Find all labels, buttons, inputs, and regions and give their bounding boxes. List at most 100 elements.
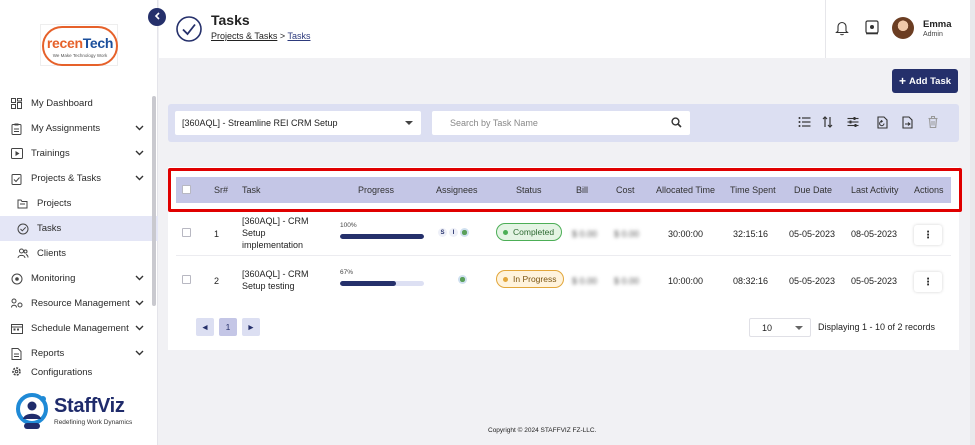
- sidebar-scrollbar[interactable]: [152, 96, 156, 306]
- gear-icon: [10, 366, 23, 378]
- sidebar-item-label: Reports: [31, 348, 65, 359]
- prev-page-button[interactable]: ◄: [196, 318, 214, 336]
- sort-icon[interactable]: [822, 116, 833, 131]
- progress-fill: [340, 234, 424, 239]
- row-sr: 2: [214, 276, 220, 286]
- sidebar-item-trainings[interactable]: Trainings: [0, 141, 158, 166]
- sidebar-item-reports[interactable]: Reports: [0, 341, 158, 366]
- column-header-time-spent[interactable]: Time Spent: [730, 177, 776, 203]
- row-bill: $ 0.00: [572, 276, 598, 286]
- sidebar-item-label: Resource Management: [31, 298, 130, 309]
- column-header-sr[interactable]: Sr#: [214, 177, 228, 203]
- report-icon: [10, 347, 23, 360]
- sidebar-item-my-assignments[interactable]: My Assignments: [0, 116, 158, 141]
- search-icon[interactable]: [671, 117, 682, 131]
- assignee-avatar[interactable]: [458, 275, 467, 284]
- sidebar-item-clients[interactable]: Clients: [0, 241, 158, 266]
- trash-icon[interactable]: [928, 116, 938, 131]
- filter-sliders-icon[interactable]: [847, 116, 859, 131]
- sidebar-item-resource-management[interactable]: Resource Management: [0, 291, 158, 316]
- breadcrumb-projects-tasks[interactable]: Projects & Tasks: [211, 31, 277, 41]
- resource-icon: [10, 297, 23, 310]
- assignee-avatar[interactable]: [460, 228, 469, 237]
- chevron-down-icon: [135, 323, 144, 334]
- row-actions-button[interactable]: ⋮: [914, 272, 942, 292]
- sidebar-item-label: Monitoring: [31, 273, 76, 284]
- task-search-input[interactable]: [432, 111, 690, 135]
- row-bill: $ 0.00: [572, 229, 598, 239]
- row-task-name[interactable]: [360AQL] - CRM Setup implementation: [242, 215, 324, 251]
- page-number-button[interactable]: 1: [219, 318, 237, 336]
- sidebar-collapse-button[interactable]: [148, 8, 166, 26]
- column-header-bill[interactable]: Bill: [576, 177, 588, 203]
- table-header-row: Sr# Task Progress Assignees Status Bill …: [176, 177, 951, 203]
- check-circle-icon: [16, 222, 29, 235]
- sidebar-item-label: Clients: [37, 248, 67, 259]
- next-page-button[interactable]: ►: [242, 318, 260, 336]
- breadcrumb-tasks[interactable]: Tasks: [287, 31, 310, 41]
- caret-down-icon: [795, 326, 803, 330]
- staffviz-logo-icon: [16, 393, 48, 429]
- sidebar-item-schedule-management[interactable]: Schedule Management: [0, 316, 158, 341]
- column-header-last-activity[interactable]: Last Activity: [851, 177, 899, 203]
- project-select[interactable]: [360AQL] - Streamline REI CRM Setup: [175, 111, 421, 135]
- screen-capture-icon[interactable]: [865, 20, 879, 38]
- sidebar-item-label: My Dashboard: [31, 98, 93, 109]
- add-task-label: Add Task: [908, 75, 952, 87]
- sidebar-item-my-dashboard[interactable]: My Dashboard: [0, 91, 158, 116]
- column-header-task[interactable]: Task: [242, 177, 261, 203]
- row-task-name[interactable]: [360AQL] - CRM Setup testing: [242, 268, 324, 292]
- column-header-progress[interactable]: Progress: [358, 177, 394, 203]
- export-file-icon[interactable]: [902, 116, 913, 132]
- column-header-allocated-time[interactable]: Allocated Time: [656, 177, 715, 203]
- column-header-status[interactable]: Status: [516, 177, 542, 203]
- top-header: Tasks Projects & Tasks > Tasks Emma Admi…: [159, 0, 975, 58]
- per-page-select[interactable]: 10: [749, 318, 811, 337]
- sidebar-item-configurations[interactable]: Configurations: [0, 366, 158, 378]
- bell-icon[interactable]: [835, 20, 849, 39]
- avatar[interactable]: [892, 17, 914, 39]
- table-row[interactable]: 2 [360AQL] - CRM Setup testing 67% In Pr…: [176, 260, 951, 303]
- calendar-icon: [10, 322, 23, 335]
- staffviz-logo: StaffViz Redefining Work Dynamics: [14, 393, 154, 433]
- chevron-down-icon: [135, 173, 144, 184]
- row-progress-label: 67%: [340, 269, 354, 276]
- filter-bar: [360AQL] - Streamline REI CRM Setup: [168, 104, 959, 142]
- column-header-due-date[interactable]: Due Date: [794, 177, 832, 203]
- breadcrumb-separator: >: [279, 31, 286, 41]
- kebab-menu-icon: ⋮: [923, 229, 933, 241]
- page-scrollbar[interactable]: [970, 0, 975, 445]
- table-row[interactable]: 1 [360AQL] - CRM Setup implementation 10…: [176, 213, 951, 256]
- sidebar-item-label: Tasks: [37, 223, 62, 234]
- logo-text-main: Tech: [82, 35, 114, 51]
- sidebar-item-tasks[interactable]: Tasks: [0, 216, 158, 241]
- status-label: Completed: [513, 227, 555, 237]
- sidebar: recenTech We Make Technology Work My Das…: [0, 0, 158, 445]
- logo-text-accent: recen: [46, 35, 83, 51]
- row-allocated-time: 30:00:00: [668, 229, 704, 239]
- column-header-cost[interactable]: Cost: [616, 177, 635, 203]
- plus-icon: +: [898, 74, 906, 88]
- project-select-value: [360AQL] - Streamline REI CRM Setup: [182, 118, 338, 128]
- assignee-avatar[interactable]: I: [449, 228, 458, 237]
- row-checkbox[interactable]: [182, 275, 191, 284]
- sidebar-item-projects[interactable]: Projects: [0, 191, 158, 216]
- row-progress-bar: [340, 281, 424, 286]
- add-task-button[interactable]: + Add Task: [892, 69, 958, 93]
- assignee-avatar[interactable]: S: [438, 228, 447, 237]
- column-header-assignees[interactable]: Assignees: [436, 177, 478, 203]
- sidebar-item-projects-tasks[interactable]: Projects & Tasks: [0, 166, 158, 191]
- row-checkbox[interactable]: [182, 228, 191, 237]
- sidebar-item-monitoring[interactable]: Monitoring: [0, 266, 158, 291]
- progress-fill: [340, 281, 397, 286]
- tasks-icon: [10, 172, 23, 185]
- per-page-value: 10: [762, 322, 773, 333]
- row-actions-button[interactable]: ⋮: [914, 225, 942, 245]
- select-all-checkbox[interactable]: [182, 185, 191, 194]
- row-cost: $ 0.00: [614, 276, 640, 286]
- list-view-icon[interactable]: [798, 116, 811, 131]
- import-file-icon[interactable]: [877, 116, 888, 132]
- row-due-date: 05-05-2023: [789, 229, 836, 239]
- chevron-down-icon: [135, 123, 144, 134]
- status-label: In Progress: [513, 274, 557, 284]
